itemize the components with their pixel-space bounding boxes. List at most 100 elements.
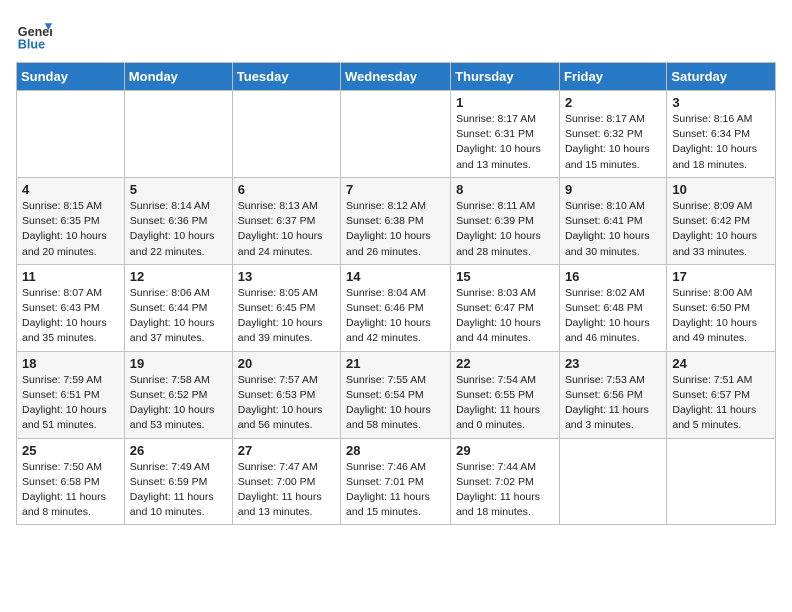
day-number: 6 bbox=[238, 182, 335, 197]
calendar-cell: 29 Sunrise: 7:44 AM Sunset: 7:02 PM Dayli… bbox=[451, 438, 560, 525]
calendar-cell: 9 Sunrise: 8:10 AM Sunset: 6:41 PM Daylig… bbox=[559, 177, 666, 264]
calendar-cell: 3 Sunrise: 8:16 AM Sunset: 6:34 PM Daylig… bbox=[667, 91, 776, 178]
day-number: 27 bbox=[238, 443, 335, 458]
day-number: 1 bbox=[456, 95, 554, 110]
day-number: 26 bbox=[130, 443, 227, 458]
calendar-cell: 21 Sunrise: 7:55 AM Sunset: 6:54 PM Dayli… bbox=[341, 351, 451, 438]
day-number: 8 bbox=[456, 182, 554, 197]
calendar-cell: 10 Sunrise: 8:09 AM Sunset: 6:42 PM Dayli… bbox=[667, 177, 776, 264]
day-info: Sunrise: 7:53 AM Sunset: 6:56 PM Dayligh… bbox=[565, 373, 661, 434]
calendar-cell: 2Sunrise: 8:17 AM Sunset: 6:32 PM Daylig… bbox=[559, 91, 666, 178]
calendar-cell: 26Sunrise: 7:49 AM Sunset: 6:59 PM Dayli… bbox=[124, 438, 232, 525]
day-info: Sunrise: 8:16 AM Sunset: 6:34 PM Dayligh… bbox=[672, 112, 770, 173]
calendar-cell: 11Sunrise: 8:07 AM Sunset: 6:43 PM Dayli… bbox=[17, 264, 125, 351]
calendar-cell: 16 Sunrise: 8:02 AM Sunset: 6:48 PM Dayli… bbox=[559, 264, 666, 351]
calendar-cell bbox=[232, 91, 340, 178]
day-info: Sunrise: 8:11 AM Sunset: 6:39 PM Dayligh… bbox=[456, 199, 554, 260]
col-header-sunday: Sunday bbox=[17, 63, 125, 91]
day-info: Sunrise: 7:51 AM Sunset: 6:57 PM Dayligh… bbox=[672, 373, 770, 434]
calendar-cell bbox=[559, 438, 666, 525]
day-number: 5 bbox=[130, 182, 227, 197]
day-number: 29 bbox=[456, 443, 554, 458]
day-info: Sunrise: 8:09 AM Sunset: 6:42 PM Dayligh… bbox=[672, 199, 770, 260]
calendar-cell: 17 Sunrise: 8:00 AM Sunset: 6:50 PM Dayli… bbox=[667, 264, 776, 351]
calendar-cell: 19 Sunrise: 7:58 AM Sunset: 6:52 PM Dayli… bbox=[124, 351, 232, 438]
day-number: 4 bbox=[22, 182, 119, 197]
col-header-friday: Friday bbox=[559, 63, 666, 91]
day-info: Sunrise: 7:50 AM Sunset: 6:58 PM Dayligh… bbox=[22, 460, 119, 521]
calendar-cell: 13 Sunrise: 8:05 AM Sunset: 6:45 PM Dayli… bbox=[232, 264, 340, 351]
day-info: Sunrise: 8:10 AM Sunset: 6:41 PM Dayligh… bbox=[565, 199, 661, 260]
day-info: Sunrise: 8:02 AM Sunset: 6:48 PM Dayligh… bbox=[565, 286, 661, 347]
col-header-thursday: Thursday bbox=[451, 63, 560, 91]
day-info: Sunrise: 7:54 AM Sunset: 6:55 PM Dayligh… bbox=[456, 373, 554, 434]
col-header-tuesday: Tuesday bbox=[232, 63, 340, 91]
day-info: Sunrise: 8:14 AM Sunset: 6:36 PM Dayligh… bbox=[130, 199, 227, 260]
day-number: 28 bbox=[346, 443, 445, 458]
col-header-wednesday: Wednesday bbox=[341, 63, 451, 91]
day-number: 17 bbox=[672, 269, 770, 284]
day-info: Sunrise: 8:03 AM Sunset: 6:47 PM Dayligh… bbox=[456, 286, 554, 347]
calendar-cell: 22 Sunrise: 7:54 AM Sunset: 6:55 PM Dayli… bbox=[451, 351, 560, 438]
calendar-cell: 25Sunrise: 7:50 AM Sunset: 6:58 PM Dayli… bbox=[17, 438, 125, 525]
day-info: Sunrise: 8:05 AM Sunset: 6:45 PM Dayligh… bbox=[238, 286, 335, 347]
calendar-cell: 8 Sunrise: 8:11 AM Sunset: 6:39 PM Daylig… bbox=[451, 177, 560, 264]
day-number: 12 bbox=[130, 269, 227, 284]
calendar-cell bbox=[124, 91, 232, 178]
calendar-cell: 4 Sunrise: 8:15 AM Sunset: 6:35 PM Daylig… bbox=[17, 177, 125, 264]
calendar-cell: 15 Sunrise: 8:03 AM Sunset: 6:47 PM Dayli… bbox=[451, 264, 560, 351]
day-number: 10 bbox=[672, 182, 770, 197]
day-number: 24 bbox=[672, 356, 770, 371]
calendar-cell bbox=[17, 91, 125, 178]
day-info: Sunrise: 7:58 AM Sunset: 6:52 PM Dayligh… bbox=[130, 373, 227, 434]
day-number: 2 bbox=[565, 95, 661, 110]
day-info: Sunrise: 8:13 AM Sunset: 6:37 PM Dayligh… bbox=[238, 199, 335, 260]
calendar-cell: 12 Sunrise: 8:06 AM Sunset: 6:44 PM Dayli… bbox=[124, 264, 232, 351]
logo-icon: General Blue bbox=[16, 16, 52, 52]
calendar-cell: 14 Sunrise: 8:04 AM Sunset: 6:46 PM Dayli… bbox=[341, 264, 451, 351]
day-number: 20 bbox=[238, 356, 335, 371]
svg-text:Blue: Blue bbox=[18, 37, 45, 51]
day-info: Sunrise: 8:17 AM Sunset: 6:31 PM Dayligh… bbox=[456, 112, 554, 173]
calendar-cell: 5 Sunrise: 8:14 AM Sunset: 6:36 PM Daylig… bbox=[124, 177, 232, 264]
col-header-monday: Monday bbox=[124, 63, 232, 91]
day-info: Sunrise: 7:55 AM Sunset: 6:54 PM Dayligh… bbox=[346, 373, 445, 434]
day-number: 15 bbox=[456, 269, 554, 284]
calendar-table: SundayMondayTuesdayWednesdayThursdayFrid… bbox=[16, 62, 776, 525]
day-info: Sunrise: 8:12 AM Sunset: 6:38 PM Dayligh… bbox=[346, 199, 445, 260]
calendar-cell: 20 Sunrise: 7:57 AM Sunset: 6:53 PM Dayli… bbox=[232, 351, 340, 438]
day-info: Sunrise: 8:07 AM Sunset: 6:43 PM Dayligh… bbox=[22, 286, 119, 347]
day-number: 16 bbox=[565, 269, 661, 284]
calendar-cell: 6 Sunrise: 8:13 AM Sunset: 6:37 PM Daylig… bbox=[232, 177, 340, 264]
calendar-cell: 23 Sunrise: 7:53 AM Sunset: 6:56 PM Dayli… bbox=[559, 351, 666, 438]
calendar-cell: 27 Sunrise: 7:47 AM Sunset: 7:00 PM Dayli… bbox=[232, 438, 340, 525]
day-number: 22 bbox=[456, 356, 554, 371]
day-number: 21 bbox=[346, 356, 445, 371]
day-info: Sunrise: 8:06 AM Sunset: 6:44 PM Dayligh… bbox=[130, 286, 227, 347]
day-number: 13 bbox=[238, 269, 335, 284]
calendar-cell: 7 Sunrise: 8:12 AM Sunset: 6:38 PM Daylig… bbox=[341, 177, 451, 264]
calendar-cell: 28Sunrise: 7:46 AM Sunset: 7:01 PM Dayli… bbox=[341, 438, 451, 525]
col-header-saturday: Saturday bbox=[667, 63, 776, 91]
day-info: Sunrise: 8:00 AM Sunset: 6:50 PM Dayligh… bbox=[672, 286, 770, 347]
day-number: 9 bbox=[565, 182, 661, 197]
day-info: Sunrise: 7:47 AM Sunset: 7:00 PM Dayligh… bbox=[238, 460, 335, 521]
calendar-cell: 24 Sunrise: 7:51 AM Sunset: 6:57 PM Dayli… bbox=[667, 351, 776, 438]
day-number: 18 bbox=[22, 356, 119, 371]
day-number: 7 bbox=[346, 182, 445, 197]
day-info: Sunrise: 8:15 AM Sunset: 6:35 PM Dayligh… bbox=[22, 199, 119, 260]
calendar-cell: 1 Sunrise: 8:17 AM Sunset: 6:31 PM Daylig… bbox=[451, 91, 560, 178]
day-info: Sunrise: 7:59 AM Sunset: 6:51 PM Dayligh… bbox=[22, 373, 119, 434]
calendar-cell bbox=[341, 91, 451, 178]
day-info: Sunrise: 8:04 AM Sunset: 6:46 PM Dayligh… bbox=[346, 286, 445, 347]
page-header: General Blue bbox=[16, 16, 776, 52]
day-info: Sunrise: 7:57 AM Sunset: 6:53 PM Dayligh… bbox=[238, 373, 335, 434]
day-number: 14 bbox=[346, 269, 445, 284]
calendar-cell: 18 Sunrise: 7:59 AM Sunset: 6:51 PM Dayli… bbox=[17, 351, 125, 438]
calendar-cell bbox=[667, 438, 776, 525]
day-info: Sunrise: 7:44 AM Sunset: 7:02 PM Dayligh… bbox=[456, 460, 554, 521]
day-number: 19 bbox=[130, 356, 227, 371]
day-number: 23 bbox=[565, 356, 661, 371]
logo: General Blue bbox=[16, 16, 58, 52]
day-number: 3 bbox=[672, 95, 770, 110]
